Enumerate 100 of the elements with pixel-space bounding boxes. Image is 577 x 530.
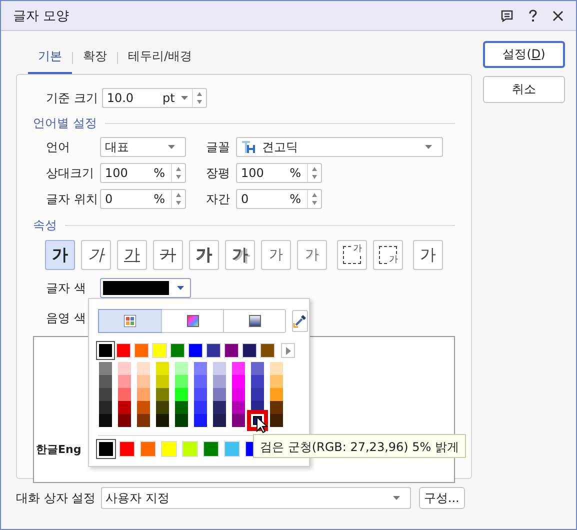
recent-color-swatch[interactable] [224, 441, 240, 457]
italic-button[interactable]: 가 [81, 240, 111, 270]
recent-color-swatch[interactable] [119, 441, 135, 457]
palette-tab[interactable] [223, 310, 285, 332]
configure-button[interactable]: 구성... [418, 487, 465, 509]
emboss-button[interactable]: 가 [261, 240, 291, 270]
language-dropdown[interactable]: 대표 [100, 137, 186, 157]
preset-dropdown[interactable]: 사용자 지정 [100, 487, 411, 509]
color-swatch[interactable] [170, 343, 185, 358]
shade-swatch[interactable] [99, 362, 112, 375]
normal-button[interactable]: 가 [413, 240, 443, 270]
shade-swatch[interactable] [137, 401, 150, 414]
recent-color-swatch[interactable] [161, 441, 177, 457]
close-icon[interactable] [552, 10, 564, 22]
shade-swatch[interactable] [99, 388, 112, 401]
tab[interactable]: 확장 [73, 41, 117, 74]
shade-swatch[interactable] [99, 414, 112, 427]
shade-swatch[interactable] [194, 375, 207, 388]
recent-color-swatch[interactable] [203, 441, 219, 457]
shade-swatch[interactable] [213, 414, 226, 427]
shade-swatch[interactable] [270, 401, 283, 414]
recent-color-swatch[interactable] [182, 441, 198, 457]
shade-swatch[interactable] [270, 414, 283, 427]
shadow-button[interactable]: 가 [225, 240, 255, 270]
shade-swatch[interactable] [118, 362, 131, 375]
shade-swatch[interactable] [99, 375, 112, 388]
color-swatch[interactable] [260, 343, 275, 358]
shade-swatch[interactable] [99, 401, 112, 414]
shade-swatch[interactable] [175, 362, 188, 375]
engrave-button[interactable]: 가 [297, 240, 327, 270]
shade-swatch[interactable] [118, 388, 131, 401]
shade-swatch[interactable] [156, 362, 169, 375]
preview-text: 한글Eng [36, 442, 82, 457]
strikeout-button[interactable]: 가 [153, 240, 183, 270]
percent-spinner[interactable]: 0 % [100, 189, 186, 209]
color-swatch[interactable] [206, 343, 221, 358]
color-swatch[interactable] [242, 343, 257, 358]
percent-spinner[interactable]: 100 % [100, 163, 186, 183]
percent-spinner[interactable]: 0 % [236, 189, 322, 209]
shade-swatch[interactable] [118, 414, 131, 427]
tab[interactable]: 테두리/배경 [118, 41, 202, 74]
shade-swatch[interactable] [156, 375, 169, 388]
shade-swatch[interactable] [194, 414, 207, 427]
color-swatch[interactable] [152, 343, 167, 358]
shade-swatch[interactable] [213, 375, 226, 388]
shade-swatch[interactable] [118, 375, 131, 388]
percent-spinner[interactable]: 100 % [236, 163, 322, 183]
underline-button[interactable]: 가 [117, 240, 147, 270]
shade-swatch[interactable] [156, 414, 169, 427]
recent-color-swatch[interactable] [140, 441, 156, 457]
color-swatch[interactable] [116, 343, 131, 358]
shade-swatch[interactable] [251, 388, 264, 401]
dialog-button[interactable]: 설정(D) [483, 41, 565, 68]
shade-swatch[interactable] [232, 414, 245, 427]
comment-icon[interactable] [500, 8, 514, 22]
shade-swatch[interactable] [213, 388, 226, 401]
shade-swatch[interactable] [251, 362, 264, 375]
subscript-button[interactable]: 가 [373, 240, 403, 270]
shade-swatch[interactable] [232, 388, 245, 401]
shade-swatch[interactable] [270, 362, 283, 375]
color-picker[interactable] [100, 278, 191, 298]
help-icon[interactable] [528, 8, 538, 22]
eyedropper-button[interactable] [292, 310, 308, 332]
shade-swatch[interactable] [194, 401, 207, 414]
shade-swatch[interactable] [156, 388, 169, 401]
swatch-grid-icon [124, 315, 136, 327]
superscript-button[interactable]: 가 [337, 240, 367, 270]
color-swatch[interactable] [188, 343, 203, 358]
shade-swatch[interactable] [175, 388, 188, 401]
shade-swatch[interactable] [175, 401, 188, 414]
field-label: 기준 크기 [46, 90, 98, 106]
shade-swatch[interactable] [270, 388, 283, 401]
shade-swatch[interactable] [194, 388, 207, 401]
color-swatch[interactable] [224, 343, 239, 358]
shade-swatch[interactable] [232, 362, 245, 375]
bold-button[interactable]: 가 [45, 240, 75, 270]
shade-swatch[interactable] [213, 401, 226, 414]
shade-swatch[interactable] [251, 375, 264, 388]
caret-icon [168, 145, 175, 149]
shade-swatch[interactable] [137, 375, 150, 388]
color-swatch[interactable] [134, 343, 149, 358]
size-spinner[interactable]: 10.0 pt [102, 88, 207, 108]
field-label: 글자 색 [46, 280, 87, 296]
outline-button[interactable]: 가 [189, 240, 219, 270]
shade-swatch[interactable] [194, 362, 207, 375]
shade-swatch[interactable] [118, 401, 131, 414]
palette-tab[interactable] [99, 310, 161, 332]
shade-swatch[interactable] [232, 401, 245, 414]
shade-swatch[interactable] [175, 375, 188, 388]
shade-swatch[interactable] [232, 375, 245, 388]
shade-swatch[interactable] [270, 375, 283, 388]
dialog-button[interactable]: 취소 [483, 76, 565, 103]
more-colors-button[interactable] [281, 343, 295, 358]
shade-swatch[interactable] [137, 362, 150, 375]
font-dropdown[interactable]: 견고딕 [236, 137, 443, 157]
shade-swatch[interactable] [213, 362, 226, 375]
shade-swatch[interactable] [175, 414, 188, 427]
shade-swatch[interactable] [137, 388, 150, 401]
shade-swatch[interactable] [156, 401, 169, 414]
shade-swatch[interactable] [137, 414, 150, 427]
